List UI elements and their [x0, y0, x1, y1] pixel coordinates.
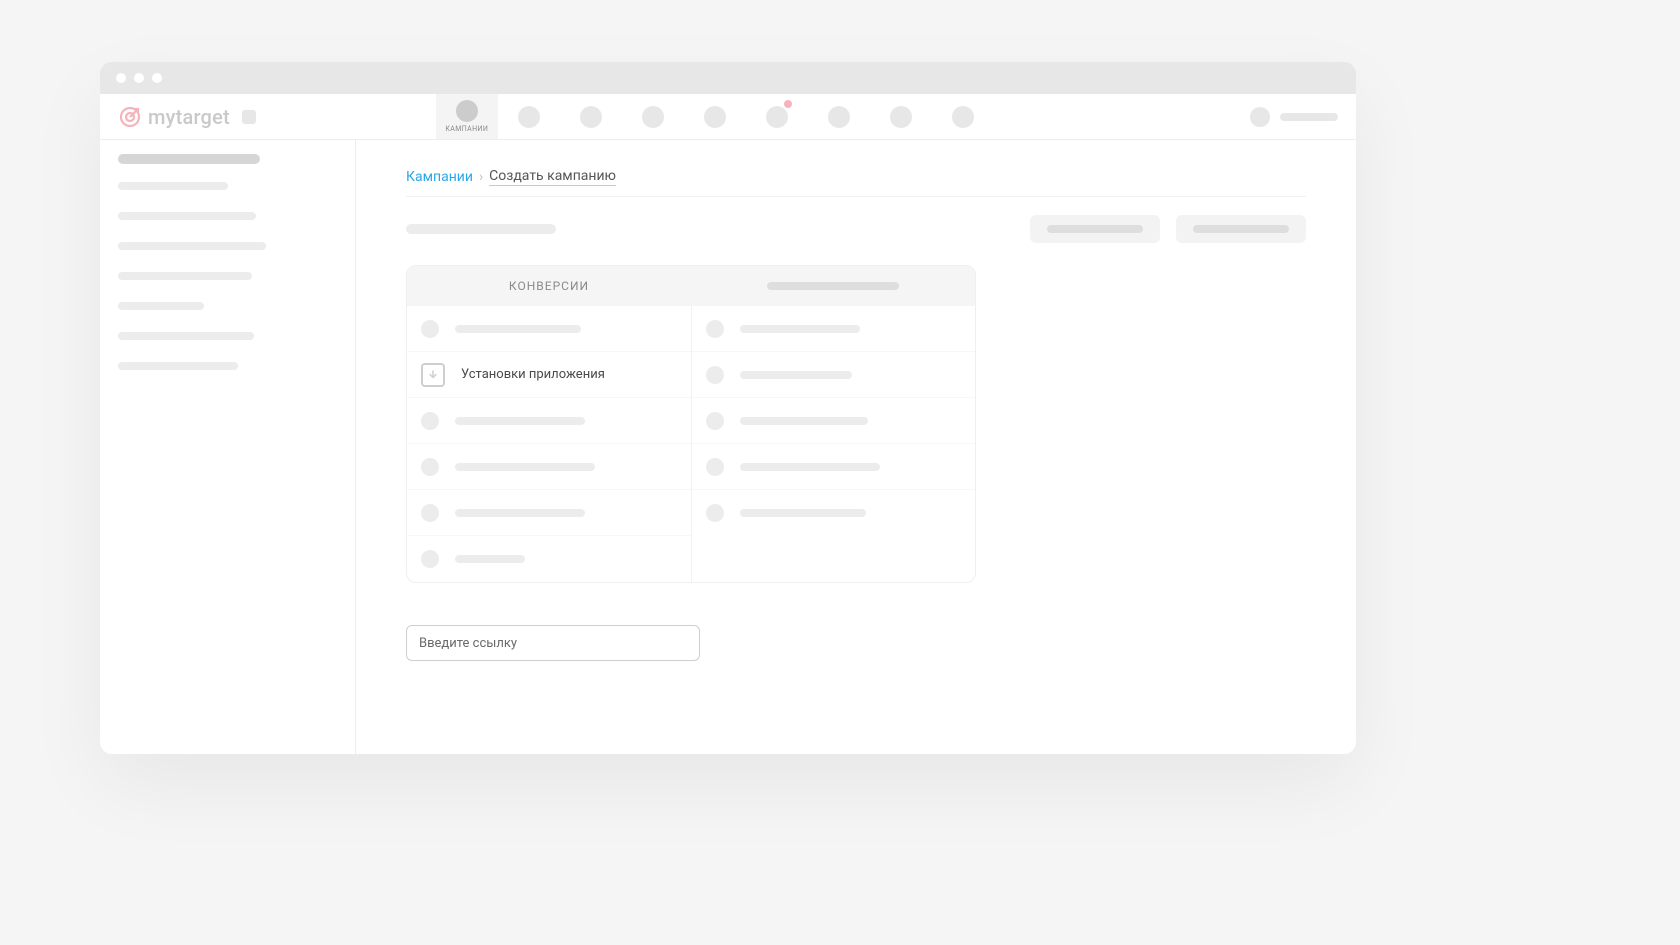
sidebar-item[interactable]: [118, 272, 252, 280]
nav-circle-icon: [766, 106, 788, 128]
nav-campaigns[interactable]: КАМПАНИИ: [436, 94, 498, 139]
goal-label-placeholder: [740, 509, 866, 517]
breadcrumb-current: Создать кампанию: [489, 168, 616, 186]
goal-item[interactable]: [692, 490, 976, 536]
sidebar-item[interactable]: [118, 302, 204, 310]
goal-item[interactable]: [692, 352, 976, 398]
campaign-name-row: [406, 215, 1306, 243]
goal-app-installs[interactable]: Установки приложения: [407, 352, 691, 398]
nav-circle-icon: [580, 106, 602, 128]
nav-circle-icon: [890, 106, 912, 128]
goal-item[interactable]: [692, 306, 976, 352]
goal-label-placeholder: [740, 463, 880, 471]
top-nav: mytarget КАМПАНИИ: [100, 94, 1356, 140]
nav-circle-icon: [456, 100, 478, 122]
pill-option-2[interactable]: [1176, 215, 1306, 243]
goal-label-placeholder: [455, 325, 581, 333]
target-icon: [118, 105, 142, 129]
sidebar-item[interactable]: [118, 182, 228, 190]
download-icon: [421, 363, 445, 387]
sidebar-item[interactable]: [118, 212, 256, 220]
goal-label-placeholder: [740, 371, 852, 379]
goal-circle-icon: [421, 550, 439, 568]
goal-label-placeholder: [740, 325, 860, 333]
nav-circle-icon: [828, 106, 850, 128]
goal-item[interactable]: [407, 398, 691, 444]
goal-circle-icon: [421, 458, 439, 476]
nav-circle-icon: [518, 106, 540, 128]
notification-dot-icon: [784, 100, 792, 108]
window-titlebar: [100, 62, 1356, 94]
tab-conversions[interactable]: Конверсии: [407, 279, 691, 293]
goal-label-placeholder: [740, 417, 868, 425]
sidebar-item[interactable]: [118, 362, 238, 370]
link-input-placeholder: Введите ссылку: [419, 636, 517, 651]
goal-item[interactable]: [692, 444, 976, 490]
nav-item-7[interactable]: [808, 94, 870, 139]
main-content: Кампании › Создать кампанию Конверсии: [356, 140, 1356, 754]
goal-circle-icon: [421, 412, 439, 430]
window-dot-3[interactable]: [152, 73, 162, 83]
nav-circle-icon: [642, 106, 664, 128]
logo-text: mytarget: [148, 105, 230, 129]
goal-item[interactable]: [407, 490, 691, 536]
goal-item[interactable]: [407, 306, 691, 352]
nav-item-9[interactable]: [932, 94, 994, 139]
nav-item-8[interactable]: [870, 94, 932, 139]
goal-item[interactable]: [692, 398, 976, 444]
campaign-goals-tabs: Конверсии: [407, 266, 975, 306]
nav-item-3[interactable]: [560, 94, 622, 139]
breadcrumb-separator: ›: [479, 169, 483, 185]
sidebar-item[interactable]: [118, 332, 254, 340]
user-name-placeholder: [1280, 113, 1338, 121]
nav-item-5[interactable]: [684, 94, 746, 139]
sidebar: [100, 140, 356, 754]
sidebar-item[interactable]: [118, 242, 266, 250]
breadcrumb-root[interactable]: Кампании: [406, 169, 473, 185]
goal-circle-icon: [421, 320, 439, 338]
nav-item-6[interactable]: [746, 94, 808, 139]
goal-circle-icon: [706, 366, 724, 384]
campaign-goals-box: Конверсии: [406, 265, 976, 583]
goal-item[interactable]: [407, 444, 691, 490]
app-window: mytarget КАМПАНИИ: [100, 62, 1356, 754]
nav-item-4[interactable]: [622, 94, 684, 139]
goal-label-placeholder: [455, 463, 595, 471]
nav-items: КАМПАНИИ: [436, 94, 994, 139]
nav-campaigns-label: КАМПАНИИ: [445, 125, 488, 133]
sidebar-section-title: [118, 154, 260, 164]
goal-circle-icon: [706, 458, 724, 476]
goal-label-placeholder: [455, 417, 585, 425]
nav-circle-icon: [952, 106, 974, 128]
goal-label-placeholder: [455, 509, 585, 517]
goal-circle-icon: [706, 412, 724, 430]
avatar-icon: [1250, 107, 1270, 127]
window-dot-1[interactable]: [116, 73, 126, 83]
goal-item[interactable]: [407, 536, 691, 582]
breadcrumb: Кампании › Создать кампанию: [406, 168, 1306, 197]
goal-label-placeholder: [455, 555, 525, 563]
logo-badge-icon: [242, 110, 256, 124]
window-dot-2[interactable]: [134, 73, 144, 83]
tab-conversions-label: Конверсии: [509, 279, 589, 293]
goals-col-right: [692, 306, 976, 582]
goal-circle-icon: [706, 320, 724, 338]
goal-app-installs-label: Установки приложения: [461, 367, 605, 382]
tab-other[interactable]: [691, 282, 975, 290]
nav-circle-icon: [704, 106, 726, 128]
logo[interactable]: mytarget: [100, 105, 256, 129]
nav-item-2[interactable]: [498, 94, 560, 139]
goal-circle-icon: [706, 504, 724, 522]
goal-circle-icon: [421, 504, 439, 522]
user-menu[interactable]: [1250, 107, 1356, 127]
link-input[interactable]: Введите ссылку: [406, 625, 700, 661]
tab-other-placeholder: [767, 282, 899, 290]
pill-option-1[interactable]: [1030, 215, 1160, 243]
goals-col-left: Установки приложения: [407, 306, 692, 582]
campaign-name-placeholder: [406, 224, 556, 234]
